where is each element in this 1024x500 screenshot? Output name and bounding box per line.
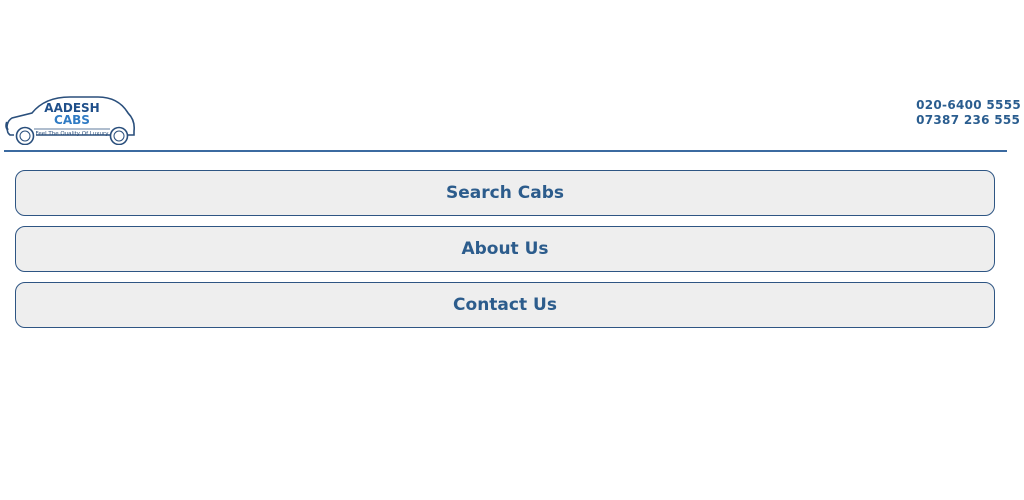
- about-us-label: About Us: [461, 239, 549, 259]
- logo[interactable]: AADESH CABS Feel The Quality Of Luxury: [4, 91, 136, 145]
- phone-landline[interactable]: 020-6400 5555: [916, 98, 1021, 113]
- car-logo-icon: AADESH CABS Feel The Quality Of Luxury: [5, 96, 135, 145]
- page: AADESH CABS Feel The Quality Of Luxury 0…: [0, 0, 1024, 500]
- contact-phones: 020-6400 5555 07387 236 555: [916, 98, 1021, 128]
- logo-tagline: Feel The Quality Of Luxury: [35, 131, 109, 137]
- phone-mobile[interactable]: 07387 236 555: [916, 113, 1021, 128]
- header: AADESH CABS Feel The Quality Of Luxury 0…: [0, 85, 1024, 151]
- header-divider: [4, 150, 1007, 152]
- about-us-button[interactable]: About Us: [15, 226, 995, 272]
- logo-sub: CABS: [54, 113, 90, 127]
- main-nav: Search Cabs About Us Contact Us: [15, 170, 995, 338]
- search-cabs-label: Search Cabs: [446, 183, 564, 203]
- contact-us-button[interactable]: Contact Us: [15, 282, 995, 328]
- contact-us-label: Contact Us: [453, 295, 557, 315]
- search-cabs-button[interactable]: Search Cabs: [15, 170, 995, 216]
